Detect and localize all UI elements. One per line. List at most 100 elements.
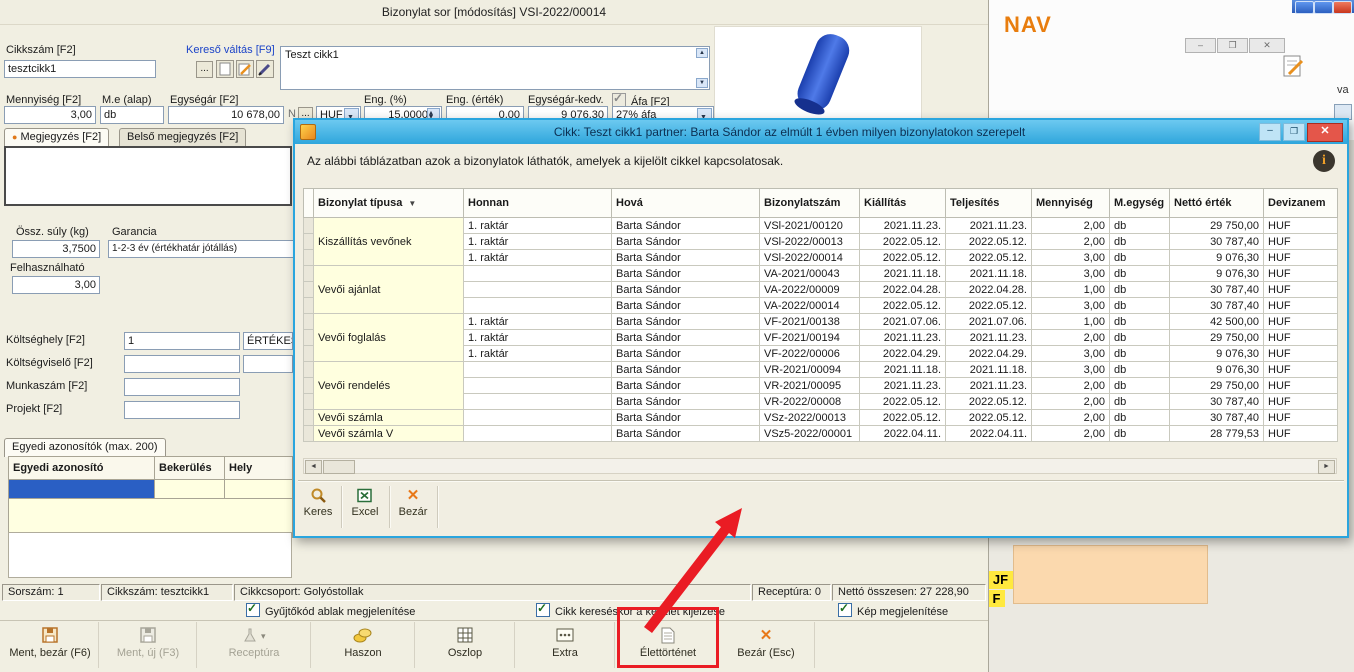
cell-deviza[interactable]: HUF bbox=[1264, 378, 1338, 394]
cell-megyseg[interactable]: db bbox=[1110, 410, 1170, 426]
row-selector[interactable] bbox=[304, 298, 314, 314]
cell-szam[interactable]: VR-2021/00095 bbox=[760, 378, 860, 394]
cell-honnan[interactable] bbox=[464, 266, 612, 282]
cell-honnan[interactable] bbox=[464, 282, 612, 298]
nav-close-button[interactable]: ✕ bbox=[1249, 38, 1285, 53]
cell-teljesites[interactable]: 2022.04.28. bbox=[946, 282, 1032, 298]
excel-button[interactable]: Excel bbox=[345, 486, 385, 530]
cell-megyseg[interactable]: db bbox=[1110, 378, 1170, 394]
cell-netto[interactable]: 9 076,30 bbox=[1170, 266, 1264, 282]
cell-mennyiseg[interactable]: 2,00 bbox=[1032, 378, 1110, 394]
cell-hova[interactable]: Barta Sándor bbox=[612, 378, 760, 394]
megjegyzes-textarea[interactable] bbox=[4, 146, 292, 206]
cell-deviza[interactable]: HUF bbox=[1264, 346, 1338, 362]
felhasznalhato-input[interactable]: 3,00 bbox=[12, 276, 100, 294]
cell-mennyiseg[interactable]: 3,00 bbox=[1032, 346, 1110, 362]
cell-mennyiseg[interactable]: 3,00 bbox=[1032, 298, 1110, 314]
cell-netto[interactable]: 9 076,30 bbox=[1170, 250, 1264, 266]
cell-hova[interactable]: Barta Sándor bbox=[612, 218, 760, 234]
haszon-button[interactable]: Haszon bbox=[312, 622, 415, 668]
egysegar-input[interactable]: 10 678,00 bbox=[168, 106, 284, 124]
header-kiallitas[interactable]: Kiállítás bbox=[860, 189, 946, 218]
cell-teljesites[interactable]: 2021.11.23. bbox=[946, 330, 1032, 346]
cell-teljesites[interactable]: 2021.07.06. bbox=[946, 314, 1032, 330]
cell-hova[interactable]: Barta Sándor bbox=[612, 298, 760, 314]
row-selector[interactable] bbox=[304, 282, 314, 298]
cell-deviza[interactable]: HUF bbox=[1264, 426, 1338, 442]
row-selector[interactable] bbox=[304, 346, 314, 362]
cell-netto[interactable]: 30 787,40 bbox=[1170, 394, 1264, 410]
keres-button[interactable]: Keres bbox=[299, 486, 337, 530]
kep-checkbox[interactable] bbox=[838, 603, 852, 617]
cell-doc-type[interactable]: Kiszállítás vevőnek bbox=[314, 218, 464, 266]
cell-netto[interactable]: 30 787,40 bbox=[1170, 282, 1264, 298]
cell-megyseg[interactable]: db bbox=[1110, 234, 1170, 250]
cell-mennyiseg[interactable]: 2,00 bbox=[1032, 330, 1110, 346]
cell-mennyiseg[interactable]: 2,00 bbox=[1032, 410, 1110, 426]
cell-kiallitas[interactable]: 2021.11.23. bbox=[860, 330, 946, 346]
cell-mennyiseg[interactable]: 2,00 bbox=[1032, 394, 1110, 410]
garancia-field[interactable]: 1-2-3 év (értékhatár jótállás) bbox=[108, 240, 294, 258]
munkaszam-input[interactable] bbox=[124, 378, 240, 396]
cell-szam[interactable]: VF-2022/00006 bbox=[760, 346, 860, 362]
egyedi-selected-cell[interactable] bbox=[9, 480, 155, 499]
extra-button[interactable]: Extra bbox=[516, 622, 615, 668]
cell-kiallitas[interactable]: 2022.05.12. bbox=[860, 250, 946, 266]
cell-teljesites[interactable]: 2022.05.12. bbox=[946, 250, 1032, 266]
cell-netto[interactable]: 29 750,00 bbox=[1170, 218, 1264, 234]
cell-szam[interactable]: VR-2022/00008 bbox=[760, 394, 860, 410]
ossz-suly-input[interactable]: 3,7500 bbox=[12, 240, 100, 258]
nav-minimize-button[interactable]: – bbox=[1185, 38, 1216, 53]
cell-teljesites[interactable]: 2022.04.29. bbox=[946, 346, 1032, 362]
scroll-down-icon[interactable]: ▼ bbox=[696, 78, 708, 88]
dialog-minimize-button[interactable] bbox=[1259, 123, 1281, 141]
cell-deviza[interactable]: HUF bbox=[1264, 250, 1338, 266]
cell-megyseg[interactable]: db bbox=[1110, 426, 1170, 442]
me-alap-input[interactable]: db bbox=[100, 106, 164, 124]
cell-honnan[interactable] bbox=[464, 362, 612, 378]
cell-doc-type[interactable]: Vevői ajánlat bbox=[314, 266, 464, 314]
cell-deviza[interactable]: HUF bbox=[1264, 266, 1338, 282]
cell-doc-type[interactable]: Vevői rendelés bbox=[314, 362, 464, 410]
tab-egyedi-azonositok[interactable]: Egyedi azonosítók (max. 200) bbox=[4, 438, 166, 457]
cell-teljesites[interactable]: 2022.04.11. bbox=[946, 426, 1032, 442]
cell-doc-type[interactable]: Vevői számla bbox=[314, 410, 464, 426]
cell-netto[interactable]: 29 750,00 bbox=[1170, 330, 1264, 346]
cell-megyseg[interactable]: db bbox=[1110, 250, 1170, 266]
projekt-input[interactable] bbox=[124, 401, 240, 419]
cell-hova[interactable]: Barta Sándor bbox=[612, 410, 760, 426]
koltseghely-input[interactable]: 1 bbox=[124, 332, 240, 350]
row-selector[interactable] bbox=[304, 314, 314, 330]
bezar-button[interactable]: Bezár (Esc) bbox=[718, 622, 815, 668]
scroll-left-icon[interactable] bbox=[305, 460, 322, 474]
cell-szam[interactable]: VSl-2021/00120 bbox=[760, 218, 860, 234]
header-doc-type[interactable]: Bizonylat típusa bbox=[314, 189, 464, 218]
cell-hova[interactable]: Barta Sándor bbox=[612, 314, 760, 330]
cell-honnan[interactable] bbox=[464, 298, 612, 314]
cell-kiallitas[interactable]: 2021.11.18. bbox=[860, 362, 946, 378]
table-row[interactable]: Vevői számla Barta Sándor VSz-2022/00013… bbox=[304, 410, 1338, 426]
row-selector[interactable] bbox=[304, 250, 314, 266]
header-hova[interactable]: Hová bbox=[612, 189, 760, 218]
cell-deviza[interactable]: HUF bbox=[1264, 410, 1338, 426]
cell-teljesites[interactable]: 2021.11.23. bbox=[946, 218, 1032, 234]
keszlet-checkbox[interactable] bbox=[536, 603, 550, 617]
header-mennyiseg[interactable]: Mennyiség bbox=[1032, 189, 1110, 218]
cell-szam[interactable]: VF-2021/00194 bbox=[760, 330, 860, 346]
header-teljesites[interactable]: Teljesítés bbox=[946, 189, 1032, 218]
cell-szam[interactable]: VSz-2022/00013 bbox=[760, 410, 860, 426]
row-selector[interactable] bbox=[304, 426, 314, 442]
header-megyseg[interactable]: M.egység bbox=[1110, 189, 1170, 218]
dialog-maximize-button[interactable] bbox=[1283, 123, 1305, 141]
dialog-close-button[interactable] bbox=[1307, 123, 1343, 142]
cell-netto[interactable]: 28 779,53 bbox=[1170, 426, 1264, 442]
cell-netto[interactable]: 30 787,40 bbox=[1170, 410, 1264, 426]
row-selector[interactable] bbox=[304, 234, 314, 250]
close-icon[interactable] bbox=[1333, 1, 1352, 14]
cell-deviza[interactable]: HUF bbox=[1264, 282, 1338, 298]
table-row[interactable]: Vevői ajánlat Barta Sándor VA-2021/00043… bbox=[304, 266, 1338, 282]
cell-netto[interactable]: 9 076,30 bbox=[1170, 362, 1264, 378]
cell-kiallitas[interactable]: 2021.11.18. bbox=[860, 266, 946, 282]
header-devizanem[interactable]: Devizanem bbox=[1264, 189, 1338, 218]
cell-deviza[interactable]: HUF bbox=[1264, 218, 1338, 234]
